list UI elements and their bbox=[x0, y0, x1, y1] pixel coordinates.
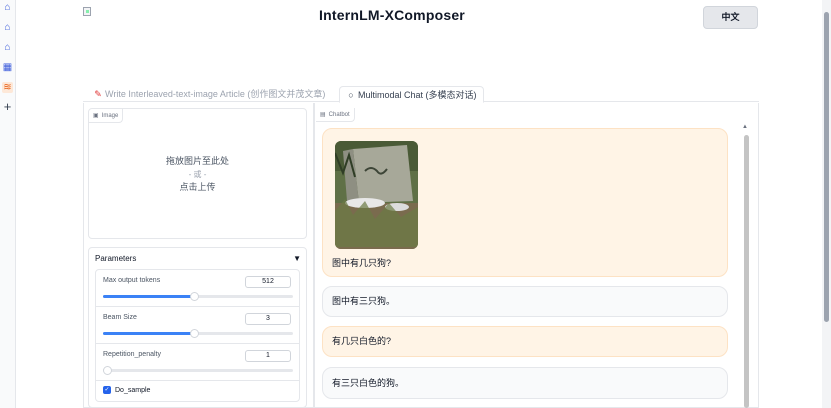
slider-track[interactable] bbox=[102, 366, 293, 375]
tab-label: Write Interleaved-text-image Article (创作… bbox=[105, 89, 326, 99]
slider-thumb[interactable] bbox=[190, 292, 200, 301]
chat-message-user: 图中有几只狗? bbox=[322, 128, 728, 277]
checkbox-checked-icon[interactable]: ✓ bbox=[103, 386, 111, 395]
beam-size-slider-row: Beam Size 3 bbox=[96, 307, 299, 344]
sliders-icon[interactable]: ≋ bbox=[2, 82, 13, 93]
click-upload-text: 点击上传 bbox=[179, 182, 216, 192]
castle-icon[interactable]: ⌂ bbox=[2, 42, 13, 53]
page-scrollbar-thumb[interactable] bbox=[824, 12, 829, 322]
or-text: - 或 - bbox=[188, 170, 207, 179]
slider-thumb[interactable] bbox=[190, 329, 200, 338]
tab-bar: ✎ Write Interleaved-text-image Article (创… bbox=[83, 86, 759, 103]
slider-fill bbox=[103, 295, 195, 298]
slider-track[interactable] bbox=[103, 292, 293, 301]
do-sample-checkbox-row[interactable]: ✓ Do_sample bbox=[103, 386, 150, 395]
parameters-title: Parameters bbox=[95, 254, 137, 263]
chatbot-label: ▤ Chatbot bbox=[316, 108, 355, 122]
caret-down-icon[interactable]: ▼ bbox=[293, 254, 301, 263]
chat-bubble-icon: ○ bbox=[348, 90, 354, 100]
scroll-up-arrow-icon[interactable]: ▲ bbox=[742, 124, 748, 130]
repetition-penalty-input[interactable]: 1 bbox=[245, 350, 291, 362]
message-text: 图中有几只狗? bbox=[332, 258, 392, 268]
image-label: ▣ Image bbox=[89, 109, 124, 123]
tab-label: Multimodal Chat (多模态对话) bbox=[358, 90, 477, 100]
app-title: InternLM-XComposer bbox=[319, 7, 465, 23]
uploaded-photo bbox=[335, 141, 418, 249]
image-upload[interactable]: ▣ Image 拖放图片至此处 - 或 - 点击上传 bbox=[88, 108, 307, 239]
parameters-box: Max output tokens 512 Beam Size 3 Repeti… bbox=[95, 269, 300, 402]
calendar-icon[interactable]: ▦ bbox=[2, 62, 13, 73]
parameters-accordion: Parameters ▼ Max output tokens 512 Beam … bbox=[88, 247, 307, 408]
edit-icon: ✎ bbox=[94, 89, 102, 99]
max-tokens-slider-row: Max output tokens 512 bbox=[96, 270, 299, 307]
image-icon: ▣ bbox=[93, 113, 99, 119]
slider-label: Beam Size bbox=[103, 314, 137, 321]
slider-track[interactable] bbox=[103, 329, 293, 338]
chat-icon: ▤ bbox=[320, 112, 326, 118]
drop-text: 拖放图片至此处 bbox=[165, 156, 229, 166]
left-icon-rail: ⌂ ⌂ ⌂ ▦ ≋ + bbox=[0, 0, 16, 408]
castle-icon[interactable]: ⌂ bbox=[2, 22, 13, 33]
scrollbar-thumb[interactable] bbox=[744, 135, 749, 408]
chat-message-user: 有几只白色的? bbox=[322, 326, 728, 357]
slider-thumb[interactable] bbox=[102, 366, 112, 375]
language-button[interactable]: 中文 bbox=[703, 6, 758, 29]
page-scrollbar[interactable] bbox=[822, 0, 831, 408]
max-tokens-input[interactable]: 512 bbox=[245, 276, 291, 288]
chat-scrollbar[interactable]: ▲ bbox=[741, 124, 751, 408]
repetition-penalty-slider-row: Repetition_penalty 1 bbox=[96, 344, 299, 381]
tab-write-article[interactable]: ✎ Write Interleaved-text-image Article (创… bbox=[87, 86, 331, 102]
slider-label: Repetition_penalty bbox=[103, 351, 161, 358]
slider-label: Max output tokens bbox=[103, 277, 161, 284]
plus-icon[interactable]: + bbox=[2, 100, 13, 113]
beam-size-input[interactable]: 3 bbox=[245, 313, 291, 325]
parameters-header[interactable]: Parameters ▼ bbox=[95, 254, 301, 263]
chat-message-bot: 有三只白色的狗。 bbox=[322, 367, 728, 399]
slider-fill bbox=[103, 332, 195, 335]
chat-message-bot: 图中有三只狗。 bbox=[322, 286, 728, 317]
drop-zone-text[interactable]: 拖放图片至此处 - 或 - 点击上传 bbox=[89, 155, 306, 194]
tab-multimodal-chat[interactable]: ○ Multimodal Chat (多模态对话) bbox=[339, 86, 484, 103]
do-sample-label: Do_sample bbox=[115, 387, 151, 394]
